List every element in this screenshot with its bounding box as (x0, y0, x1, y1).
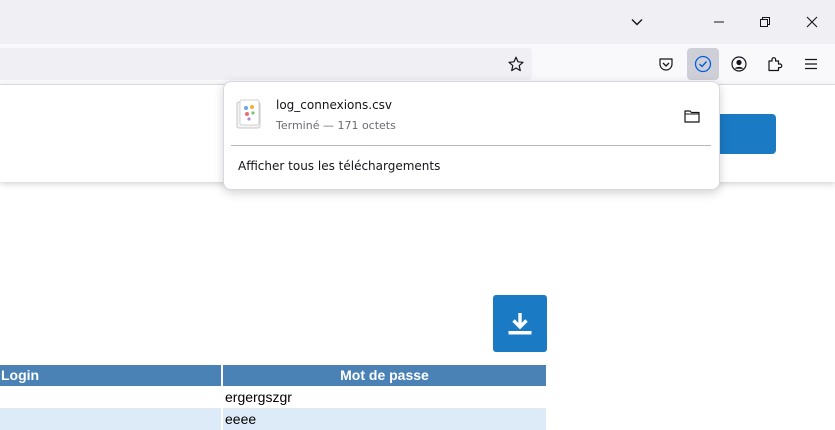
url-bar[interactable] (0, 48, 532, 80)
download-icon (508, 312, 532, 334)
download-file-name: log_connexions.csv (276, 98, 393, 112)
extensions-button[interactable] (759, 48, 791, 80)
table-cell-login (0, 408, 221, 430)
show-all-downloads-button[interactable]: Afficher tous les téléchargements (238, 159, 440, 173)
chevron-down-icon (631, 19, 643, 26)
bookmark-button[interactable] (500, 48, 532, 80)
downloads-panel: log_connexions.csv Terminé — 171 octets … (223, 81, 720, 190)
list-all-tabs-button[interactable] (614, 0, 660, 44)
pocket-icon (659, 58, 673, 71)
table-cell-login (0, 386, 221, 408)
csv-file-icon (236, 99, 261, 129)
column-header-login: Login (0, 365, 221, 386)
account-icon (731, 56, 747, 72)
menu-icon (805, 58, 817, 70)
show-in-folder-button[interactable] (682, 106, 702, 126)
close-button[interactable] (789, 0, 835, 44)
downloads-button[interactable] (687, 48, 719, 80)
column-header-password: Mot de passe (223, 365, 546, 386)
folder-icon (684, 110, 700, 123)
title-bar (0, 0, 835, 44)
application-menu-button[interactable] (795, 48, 827, 80)
extensions-icon (768, 57, 783, 72)
bookmark-star-icon (508, 56, 524, 72)
close-icon (806, 16, 818, 28)
panel-divider (231, 145, 711, 146)
restore-icon (760, 17, 770, 27)
pocket-button[interactable] (650, 48, 682, 80)
account-button[interactable] (723, 48, 755, 80)
download-status: Terminé — 171 octets (276, 119, 396, 132)
navigation-toolbar (0, 44, 835, 85)
credentials-table: Login Mot de passe ergergszgr eeee (0, 365, 546, 430)
download-item[interactable]: log_connexions.csv Terminé — 171 octets (232, 90, 710, 140)
downloads-icon (694, 55, 712, 73)
export-download-button[interactable] (493, 295, 547, 352)
table-cell-password: eeee (223, 408, 546, 430)
restore-button[interactable] (742, 0, 788, 44)
minimize-icon (714, 21, 724, 23)
table-row: ergergszgr (0, 386, 546, 408)
table-cell-password: ergergszgr (225, 389, 292, 405)
table-header-row: Login Mot de passe (0, 365, 546, 386)
table-row: eeee (0, 408, 546, 430)
minimize-button[interactable] (696, 0, 742, 44)
